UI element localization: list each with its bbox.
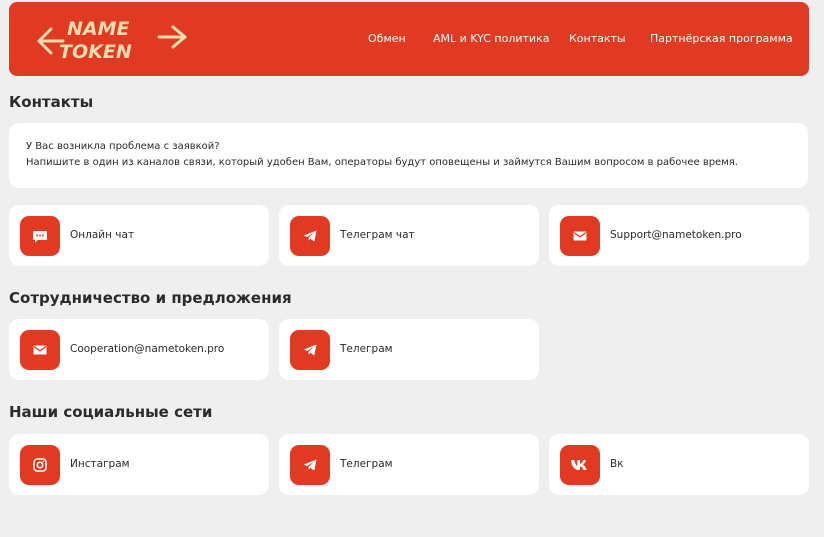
social-title: Наши социальные сети xyxy=(9,403,213,421)
card-label: Инстаграм xyxy=(70,458,130,470)
info-line-1: У Вас возникла проблема с заявкой? xyxy=(26,141,220,152)
site-header: NAME TOKEN Обмен AML и KYC политика Конт… xyxy=(9,2,809,76)
telegram-icon xyxy=(290,445,330,485)
card-vk[interactable]: Вк xyxy=(549,434,809,495)
cooperation-title: Сотрудничество и предложения xyxy=(9,289,292,307)
card-label: Support@nametoken.pro xyxy=(610,229,742,241)
card-label: Вк xyxy=(610,458,624,470)
info-line-2: Напишите в один из каналов связи, которы… xyxy=(26,157,738,168)
card-cooperation-telegram[interactable]: Телеграм xyxy=(279,319,539,380)
card-support-email[interactable]: Support@nametoken.pro xyxy=(549,205,809,266)
card-label: Cooperation@nametoken.pro xyxy=(70,343,225,355)
nav-aml-kyc[interactable]: AML и KYC политика xyxy=(433,32,549,45)
nav-contacts[interactable]: Контакты xyxy=(569,32,626,45)
telegram-icon xyxy=(290,216,330,256)
card-label: Телеграм чат xyxy=(340,229,415,241)
card-telegram-chat[interactable]: Телеграм чат xyxy=(279,205,539,266)
instagram-icon xyxy=(20,445,60,485)
card-social-telegram[interactable]: Телеграм xyxy=(279,434,539,495)
card-label: Телеграм xyxy=(340,343,393,355)
card-online-chat[interactable]: Онлайн чат xyxy=(9,205,269,266)
nav-exchange[interactable]: Обмен xyxy=(368,32,406,45)
contacts-title: Контакты xyxy=(9,93,94,111)
card-label: Онлайн чат xyxy=(70,229,135,241)
chat-icon xyxy=(20,216,60,256)
contacts-info-box: У Вас возникла проблема с заявкой? Напиш… xyxy=(9,123,808,188)
telegram-icon xyxy=(290,330,330,370)
card-label: Телеграм xyxy=(340,458,393,470)
mail-icon xyxy=(20,330,60,370)
mail-icon xyxy=(560,216,600,256)
vk-icon xyxy=(560,445,600,485)
card-instagram[interactable]: Инстаграм xyxy=(9,434,269,495)
card-cooperation-email[interactable]: Cooperation@nametoken.pro xyxy=(9,319,269,380)
nav-partner-program[interactable]: Партнёрская программа xyxy=(650,32,793,45)
main-nav: Обмен AML и KYC политика Контакты Партнё… xyxy=(9,2,809,76)
